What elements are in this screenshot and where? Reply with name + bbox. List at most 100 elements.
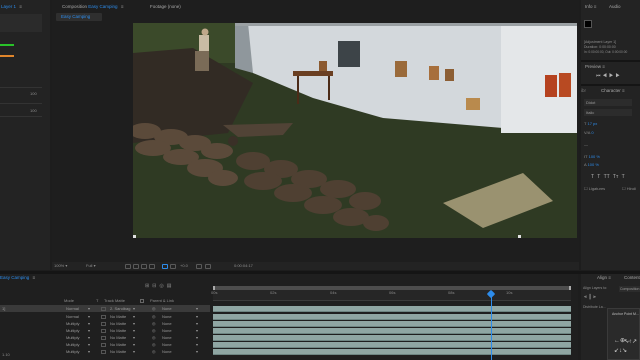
kerning-field[interactable]: V/A 0: [584, 130, 594, 135]
font-style-dropdown[interactable]: Italic: [584, 109, 632, 116]
resolution-dropdown[interactable]: Full ▾: [86, 263, 96, 268]
track-matte-dropdown[interactable]: No Matte: [110, 320, 126, 327]
preserve-transparency-checkbox[interactable]: [101, 306, 106, 311]
footage-tab[interactable]: Footage (none): [150, 3, 181, 10]
info-tab[interactable]: Info ≡: [585, 3, 596, 10]
preserve-transparency-checkbox[interactable]: [101, 328, 106, 333]
preserve-transparency-checkbox[interactable]: [101, 342, 106, 347]
layer-row[interactable]: Multiply ▾ No Matte ▾ ◎ None ▾: [0, 348, 210, 355]
pick-whip-icon[interactable]: ◎: [152, 313, 156, 320]
parent-dropdown[interactable]: None: [162, 334, 172, 341]
arrow-se-icon[interactable]: ↘: [622, 348, 627, 354]
content-tab[interactable]: Content: [624, 274, 640, 281]
pick-whip-icon[interactable]: ◎: [152, 305, 156, 312]
horizontal-scale-field[interactable]: A 100 %: [584, 162, 599, 167]
motion-blur-icon[interactable]: ◎: [159, 283, 166, 289]
align-right-icon[interactable]: ⫸: [593, 294, 598, 300]
playhead-line[interactable]: [490, 296, 492, 360]
hindi-checkbox[interactable]: ☐ Hindi: [622, 186, 636, 191]
preserve-transparency-checkbox[interactable]: [101, 335, 106, 340]
composition-viewer[interactable]: [133, 23, 577, 238]
pick-whip-icon[interactable]: ◎: [152, 334, 156, 341]
layer-row[interactable]: Multiply ▾ No Matte ▾ ◎ None ▾: [0, 341, 210, 348]
region-of-interest-icon[interactable]: [125, 263, 131, 269]
arrow-ne-icon[interactable]: ↗: [632, 339, 637, 345]
track-matte-dropdown[interactable]: 2. Sandbag: [110, 305, 130, 312]
track-matte-dropdown[interactable]: No Matte: [110, 348, 126, 355]
parent-dropdown[interactable]: None: [162, 313, 172, 320]
timeline-switches[interactable]: ⊞⊟◎▤: [145, 284, 175, 289]
show-snapshot-icon[interactable]: [205, 263, 211, 269]
layer-panel-tab[interactable]: Layer 1 ≡: [1, 3, 22, 10]
parent-dropdown[interactable]: None: [162, 327, 172, 334]
parent-dropdown[interactable]: None: [162, 341, 172, 348]
faux-bold-button[interactable]: T: [591, 174, 594, 180]
layer-duration-bar[interactable]: [213, 349, 571, 355]
layer-duration-bar[interactable]: [213, 342, 571, 348]
graph-editor-icon[interactable]: ▤: [167, 283, 175, 289]
audio-tab[interactable]: Audio: [609, 3, 621, 10]
blend-mode-dropdown[interactable]: Normal: [66, 305, 79, 312]
composition-tab[interactable]: Composition Easy Camping ≡: [62, 3, 123, 10]
layer-row[interactable]: Multiply ▾ No Matte ▾ ◎ None ▾: [0, 334, 210, 341]
snapshot-icon[interactable]: [196, 263, 202, 269]
timeline-tab[interactable]: Easy Camping ≡: [0, 274, 35, 281]
parent-dropdown[interactable]: None: [162, 305, 172, 312]
track-matte-dropdown[interactable]: No Matte: [110, 334, 126, 341]
fast-preview-icon[interactable]: +0.0: [180, 263, 188, 268]
close-icon[interactable]: ≡: [19, 4, 22, 9]
arrow-e-icon[interactable]: →: [625, 338, 631, 344]
track-matte-dropdown[interactable]: No Matte: [110, 313, 126, 320]
ligatures-checkbox[interactable]: ☐ Ligatures: [584, 186, 605, 191]
transparency-grid-icon[interactable]: [133, 263, 139, 269]
superscript-button[interactable]: T: [622, 174, 625, 180]
mask-visibility-icon[interactable]: [141, 263, 147, 269]
layer-name[interactable]: 1]: [2, 305, 5, 312]
layer-duration-bar[interactable]: [213, 335, 571, 341]
blend-mode-dropdown[interactable]: Multiply: [66, 320, 80, 327]
track-matte-dropdown[interactable]: No Matte: [110, 327, 126, 334]
anchor-arrows-bottom[interactable]: ↙↓↘: [614, 348, 627, 354]
font-family-dropdown[interactable]: Didot: [584, 99, 632, 106]
preserve-transparency-checkbox[interactable]: [101, 321, 106, 326]
character-tab[interactable]: Character ≡: [601, 87, 625, 94]
exposure-icon[interactable]: [170, 263, 176, 269]
parent-dropdown[interactable]: None: [162, 348, 172, 355]
checkbox-icon[interactable]: ☐: [622, 186, 626, 191]
blend-mode-dropdown[interactable]: Multiply: [66, 341, 80, 348]
checkbox-icon[interactable]: ☐: [584, 186, 588, 191]
layer-duration-bar[interactable]: [213, 328, 571, 334]
parent-dropdown[interactable]: None: [162, 320, 172, 327]
pick-whip-icon[interactable]: ◎: [152, 327, 156, 334]
text-style-buttons[interactable]: T T TT Tт T: [591, 175, 625, 180]
font-size-field[interactable]: T 17 px: [584, 121, 597, 126]
3d-view-icon[interactable]: [149, 263, 155, 269]
playback-controls[interactable]: ⏮◀▶▶: [596, 74, 622, 79]
layer-row[interactable]: Normal ▾ No Matte ▾ ◎ None ▾: [0, 313, 210, 320]
pick-whip-icon[interactable]: ◎: [152, 348, 156, 355]
track-matte-dropdown[interactable]: No Matte: [110, 341, 126, 348]
layer-duration-bar[interactable]: [213, 314, 571, 320]
align-tab[interactable]: Align ≡: [597, 274, 611, 281]
layer-row[interactable]: Multiply ▾ No Matte ▾ ◎ None ▾: [0, 327, 210, 334]
layer-row[interactable]: 1] Normal ▾ 2. Sandbag ▾ ◎ None ▾: [0, 305, 210, 312]
blend-mode-dropdown[interactable]: Multiply: [66, 327, 80, 334]
comp-active-tab[interactable]: Easy Camping: [56, 13, 102, 21]
menu-icon[interactable]: ≡: [121, 4, 124, 9]
preserve-transparency-checkbox[interactable]: [101, 349, 106, 354]
blend-mode-dropdown[interactable]: Multiply: [66, 334, 80, 341]
stroke-field[interactable]: —: [584, 142, 588, 147]
zoom-dropdown[interactable]: 100% ▾: [54, 263, 67, 268]
align-to-dropdown[interactable]: Composition: [619, 286, 640, 292]
next-frame-icon[interactable]: ▶: [615, 73, 621, 79]
all-caps-button[interactable]: TT: [604, 174, 610, 180]
layer-row[interactable]: Multiply ▾ No Matte ▾ ◎ None ▾: [0, 320, 210, 327]
preview-tab[interactable]: Preview ≡: [585, 63, 605, 70]
pick-whip-icon[interactable]: ◎: [152, 341, 156, 348]
close-icon[interactable]: ≡: [33, 275, 36, 280]
layer-duration-bar[interactable]: [213, 306, 571, 312]
small-caps-button[interactable]: Tт: [613, 174, 618, 180]
libraries-tab[interactable]: ibr: [581, 87, 586, 94]
vertical-scale-field[interactable]: IT 100 %: [584, 154, 600, 159]
blend-mode-dropdown[interactable]: Normal: [66, 313, 79, 320]
